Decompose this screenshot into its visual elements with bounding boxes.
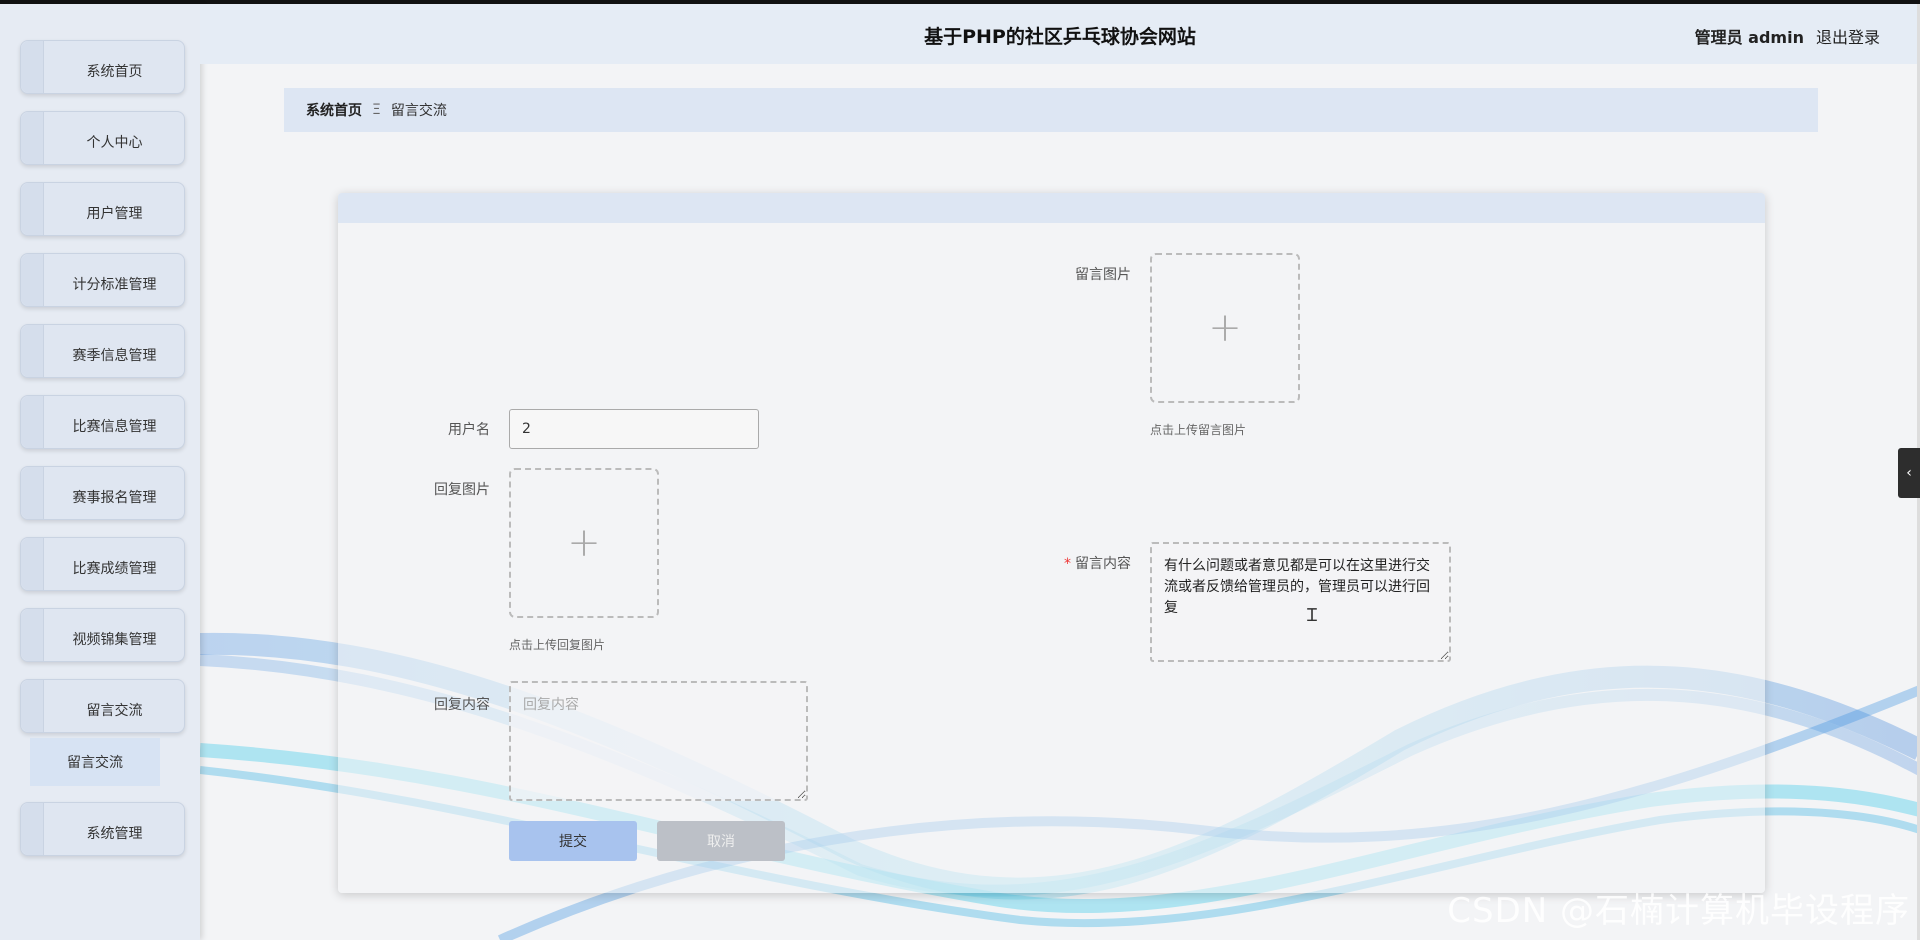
sidebar-item-label: 比赛信息管理 (72, 419, 157, 435)
text-cursor-icon: Ɪ (1307, 605, 1318, 626)
sidebar-item-scoring-standard[interactable]: 计分标准管理 (20, 253, 185, 307)
message-content-label-text: 留言内容 (1075, 556, 1131, 572)
sidebar-item-label: 比赛成绩管理 (72, 561, 157, 577)
sidebar-subitem-messages[interactable]: 留言交流 (30, 738, 160, 786)
sidebar-item-match-info[interactable]: 比赛信息管理 (20, 395, 185, 449)
message-content-label: * 留言内容 (1021, 553, 1131, 573)
sidebar-item-label: 个人中心 (86, 135, 143, 151)
sidebar-item-label: 留言交流 (86, 703, 143, 719)
logout-link[interactable]: 退出登录 (1816, 24, 1880, 48)
reply-content-label: 回复内容 (434, 697, 490, 713)
sidebar-item-system-management[interactable]: 系统管理 (20, 802, 185, 856)
sidebar-item-label: 系统首页 (86, 64, 143, 80)
message-image-label: 留言图片 (1075, 267, 1131, 283)
chevron-left-icon[interactable]: ‹ (1898, 448, 1920, 498)
message-content-textarea[interactable]: 有什么问题或者意见都是可以在这里进行交流或者反馈给管理员的，管理员可以进行回复 (1150, 542, 1451, 662)
site-title: 基于PHP的社区乒乓球协会网站 (924, 26, 1196, 48)
reply-image-upload[interactable]: + (509, 468, 659, 618)
reply-image-label: 回复图片 (434, 482, 490, 498)
plus-icon: + (567, 520, 601, 566)
sidebar: 系统首页 个人中心 用户管理 计分标准管理 赛季信息管理 比赛信息管理 赛事报名… (0, 4, 200, 940)
reply-image-hint: 点击上传回复图片 (509, 638, 606, 652)
sidebar-item-personal-center[interactable]: 个人中心 (20, 111, 185, 165)
username-input[interactable] (509, 409, 759, 449)
sidebar-item-label: 赛季信息管理 (72, 348, 157, 364)
watermark: CSDN @石楠计算机毕设程序 (1447, 891, 1910, 931)
cancel-button[interactable]: 取消 (657, 821, 785, 861)
user-role: 管理员 admin (1694, 28, 1804, 47)
top-header: 基于PHP的社区乒乓球协会网站 管理员 admin 退出登录 (200, 4, 1920, 64)
sidebar-item-label: 计分标准管理 (72, 277, 157, 293)
sidebar-item-label: 用户管理 (86, 206, 143, 222)
sidebar-item-registration[interactable]: 赛事报名管理 (20, 466, 185, 520)
username-label: 用户名 (448, 422, 490, 438)
sidebar-item-label: 赛事报名管理 (72, 490, 157, 506)
form-card-header (338, 193, 1765, 223)
sidebar-item-messages[interactable]: 留言交流 (20, 679, 185, 733)
sidebar-item-label: 视频锦集管理 (72, 632, 157, 648)
sidebar-item-season-info[interactable]: 赛季信息管理 (20, 324, 185, 378)
sidebar-item-video-collection[interactable]: 视频锦集管理 (20, 608, 185, 662)
message-image-hint: 点击上传留言图片 (1150, 423, 1247, 437)
sidebar-item-match-results[interactable]: 比赛成绩管理 (20, 537, 185, 591)
breadcrumb: 系统首页 Ξ 留言交流 (284, 88, 1818, 132)
user-info: 管理员 admin 退出登录 (1695, 24, 1880, 48)
required-asterisk: * (1064, 556, 1071, 572)
message-image-upload[interactable]: + (1150, 253, 1300, 403)
plus-icon: + (1208, 305, 1242, 351)
reply-content-textarea[interactable] (509, 681, 808, 801)
sidebar-item-user-management[interactable]: 用户管理 (20, 182, 185, 236)
breadcrumb-current: 留言交流 (390, 103, 447, 119)
breadcrumb-separator: Ξ (372, 102, 381, 118)
sidebar-item-label: 系统管理 (86, 826, 143, 842)
sidebar-item-home[interactable]: 系统首页 (20, 40, 185, 94)
submit-button[interactable]: 提交 (509, 821, 637, 861)
breadcrumb-home[interactable]: 系统首页 (306, 100, 362, 120)
